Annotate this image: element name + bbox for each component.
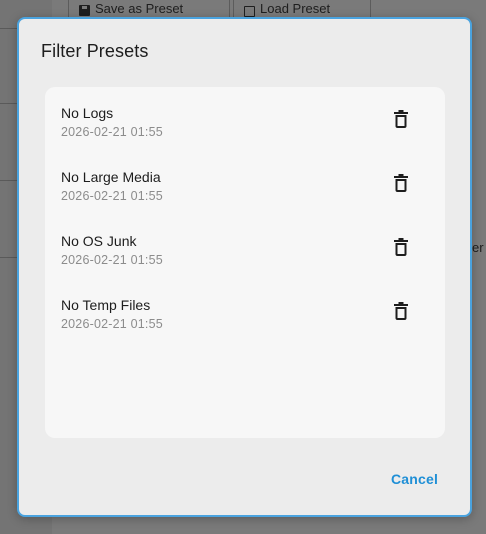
delete-preset-button[interactable] — [389, 107, 413, 131]
delete-preset-button[interactable] — [389, 299, 413, 323]
load-preset-label: Load Preset — [260, 1, 331, 16]
trash-icon — [394, 110, 408, 128]
preset-date: 2026-02-21 01:55 — [61, 125, 163, 139]
presets-list: No Logs 2026-02-21 01:55 No Large Media … — [45, 87, 445, 438]
preset-item[interactable]: No Large Media 2026-02-21 01:55 — [45, 151, 445, 215]
preset-name: No Large Media — [61, 169, 161, 185]
preset-item[interactable]: No Logs 2026-02-21 01:55 — [45, 87, 445, 151]
filter-presets-dialog: Filter Presets No Logs 2026-02-21 01:55 … — [17, 17, 472, 517]
folder-icon — [244, 6, 255, 17]
background-partial-text: er — [472, 240, 484, 255]
preset-date: 2026-02-21 01:55 — [61, 189, 163, 203]
dialog-title: Filter Presets — [41, 41, 149, 61]
trash-icon — [394, 238, 408, 256]
trash-icon — [394, 174, 408, 192]
delete-preset-button[interactable] — [389, 235, 413, 259]
save-as-preset-label: Save as Preset — [95, 1, 184, 16]
preset-date: 2026-02-21 01:55 — [61, 253, 163, 267]
trash-icon — [394, 302, 408, 320]
preset-item[interactable]: No OS Junk 2026-02-21 01:55 — [45, 215, 445, 279]
load-preset-button: Load Preset — [233, 0, 371, 17]
preset-name: No Logs — [61, 105, 114, 121]
save-as-preset-button: Save as Preset — [68, 0, 230, 17]
preset-item[interactable]: No Temp Files 2026-02-21 01:55 — [45, 279, 445, 343]
preset-date: 2026-02-21 01:55 — [61, 317, 163, 331]
cancel-button[interactable]: Cancel — [391, 471, 438, 487]
save-icon — [79, 5, 90, 16]
preset-name: No Temp Files — [61, 297, 151, 313]
preset-name: No OS Junk — [61, 233, 137, 249]
delete-preset-button[interactable] — [389, 171, 413, 195]
